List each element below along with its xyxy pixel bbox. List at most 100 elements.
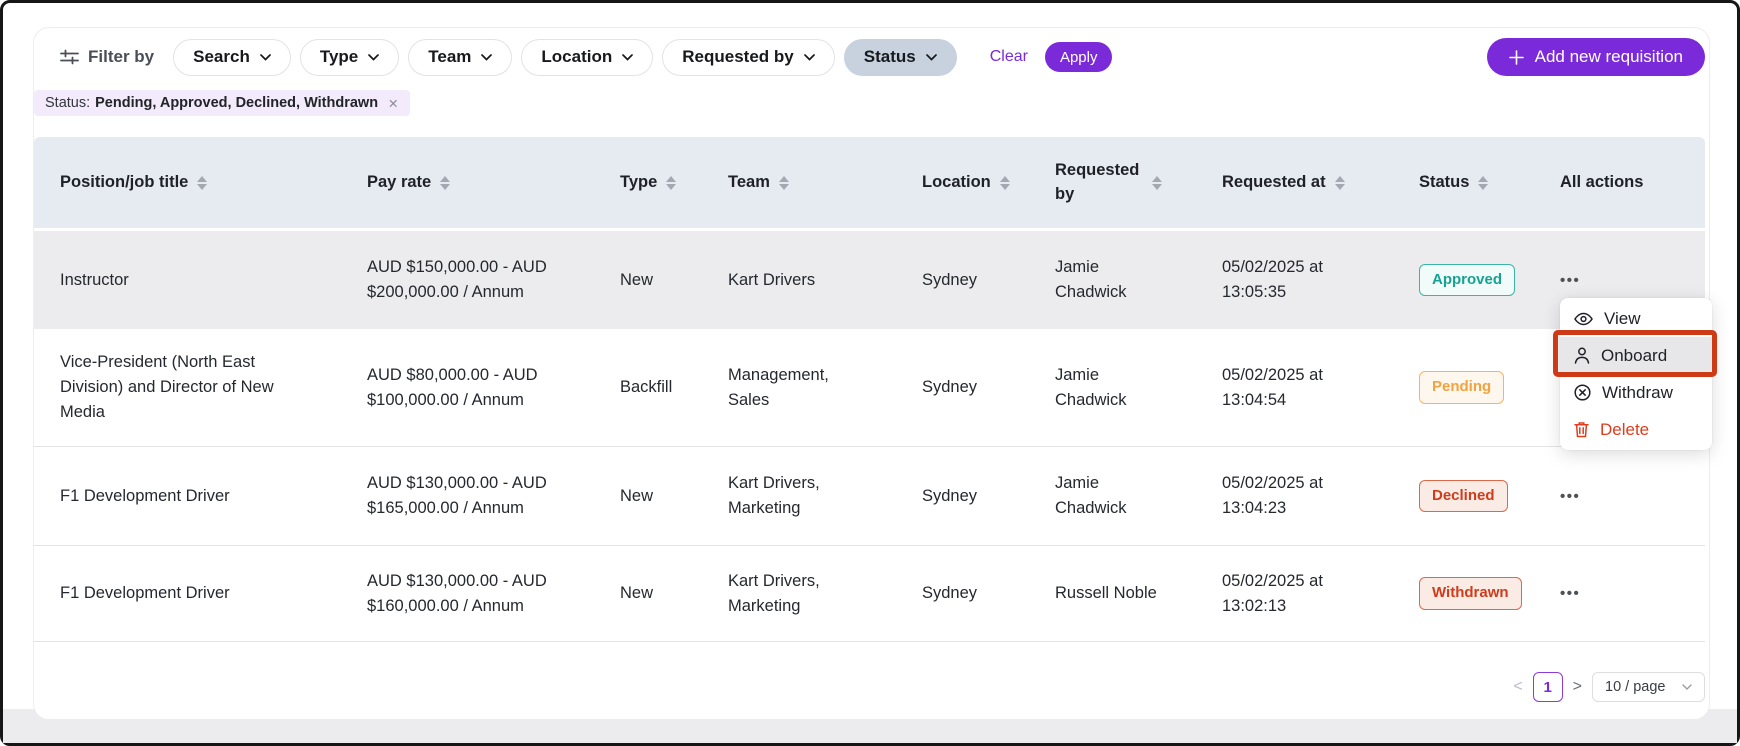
chevron-down-icon bbox=[1682, 684, 1692, 690]
row-actions-ellipsis-button[interactable]: ••• bbox=[1560, 270, 1580, 291]
team-cell: Kart Drivers, Marketing bbox=[728, 569, 868, 619]
chevron-down-icon bbox=[260, 54, 271, 61]
chevron-down-icon bbox=[622, 54, 633, 61]
chevron-down-icon bbox=[804, 54, 815, 61]
column-header-requested-by[interactable]: Requested by bbox=[1055, 159, 1222, 205]
table-header-row: Position/job title Pay rate Type Team Lo… bbox=[34, 137, 1705, 231]
team-cell: Management, Sales bbox=[728, 363, 868, 413]
requested-by-cell: Jamie Chadwick bbox=[1055, 363, 1173, 413]
menu-item-view[interactable]: View bbox=[1560, 300, 1712, 337]
page-size-select[interactable]: 10 / page bbox=[1592, 672, 1705, 702]
table-row[interactable]: Instructor AUD $150,000.00 - AUD $200,00… bbox=[34, 231, 1705, 329]
column-header-status[interactable]: Status bbox=[1419, 171, 1560, 194]
sort-icon[interactable] bbox=[197, 176, 207, 190]
page-size-value: 10 / page bbox=[1605, 679, 1665, 695]
chip-values: Pending, Approved, Declined, Withdrawn bbox=[95, 95, 378, 111]
chip-close-icon[interactable]: ✕ bbox=[388, 96, 398, 111]
sliders-icon bbox=[60, 49, 79, 65]
menu-item-label: Withdraw bbox=[1602, 383, 1673, 403]
pay-rate-cell: AUD $80,000.00 - AUD $100,000.00 / Annum bbox=[367, 363, 572, 413]
filter-bar: Filter by Search Type Team Location Requ… bbox=[60, 38, 1705, 76]
sort-icon[interactable] bbox=[1152, 176, 1162, 190]
location-cell: Sydney bbox=[922, 581, 977, 606]
menu-item-label: View bbox=[1604, 309, 1641, 329]
sort-icon[interactable] bbox=[1000, 176, 1010, 190]
chip-prefix: Status: bbox=[45, 95, 90, 111]
team-cell: Kart Drivers, Marketing bbox=[728, 471, 868, 521]
page-number-button[interactable]: 1 bbox=[1533, 672, 1563, 702]
position-cell: F1 Development Driver bbox=[60, 484, 230, 509]
filter-pill-status[interactable]: Status bbox=[844, 39, 957, 76]
team-cell: Kart Drivers bbox=[728, 268, 815, 293]
type-cell: Backfill bbox=[620, 375, 672, 400]
position-cell: Vice-President (North East Division) and… bbox=[60, 350, 305, 424]
add-new-requisition-button[interactable]: Add new requisition bbox=[1487, 38, 1705, 76]
requested-by-cell: Jamie Chadwick bbox=[1055, 471, 1173, 521]
column-header-all-actions: All actions bbox=[1560, 171, 1705, 194]
requested-at-cell: 05/02/2025 at 13:04:23 bbox=[1222, 471, 1350, 521]
menu-item-withdraw[interactable]: Withdraw bbox=[1560, 374, 1712, 411]
filter-by-label: Filter by bbox=[60, 47, 154, 67]
filter-pill-team[interactable]: Team bbox=[408, 39, 512, 76]
table-row[interactable]: F1 Development Driver AUD $130,000.00 - … bbox=[34, 447, 1705, 546]
filter-pill-requested-by[interactable]: Requested by bbox=[662, 39, 834, 76]
previous-page-button[interactable]: < bbox=[1513, 678, 1522, 696]
eye-icon bbox=[1574, 312, 1593, 326]
pay-rate-cell: AUD $150,000.00 - AUD $200,000.00 / Annu… bbox=[367, 255, 572, 305]
menu-item-delete[interactable]: Delete bbox=[1560, 411, 1712, 448]
column-header-team[interactable]: Team bbox=[728, 171, 922, 194]
requested-by-cell: Russell Noble bbox=[1055, 581, 1157, 606]
filter-pill-type[interactable]: Type bbox=[300, 39, 399, 76]
status-badge: Pending bbox=[1419, 371, 1504, 404]
filter-pill-search[interactable]: Search bbox=[173, 39, 291, 76]
position-cell: F1 Development Driver bbox=[60, 581, 230, 606]
table-row[interactable]: Vice-President (North East Division) and… bbox=[34, 329, 1705, 447]
pay-rate-cell: AUD $130,000.00 - AUD $165,000.00 / Annu… bbox=[367, 471, 572, 521]
menu-item-label: Onboard bbox=[1601, 346, 1667, 366]
column-header-type[interactable]: Type bbox=[620, 171, 728, 194]
chevron-down-icon bbox=[926, 54, 937, 61]
apply-filters-button[interactable]: Apply bbox=[1045, 42, 1113, 72]
x-circle-icon bbox=[1574, 384, 1591, 401]
row-actions-ellipsis-button[interactable]: ••• bbox=[1560, 486, 1580, 507]
location-cell: Sydney bbox=[922, 484, 977, 509]
pay-rate-cell: AUD $130,000.00 - AUD $160,000.00 / Annu… bbox=[367, 569, 572, 619]
row-actions-menu: View Onboard Withdraw D bbox=[1560, 298, 1712, 450]
menu-item-onboard[interactable]: Onboard bbox=[1560, 337, 1712, 374]
position-cell: Instructor bbox=[60, 268, 129, 293]
column-header-requested-at[interactable]: Requested at bbox=[1222, 171, 1419, 194]
column-header-pay-rate[interactable]: Pay rate bbox=[367, 171, 620, 194]
row-actions-ellipsis-button[interactable]: ••• bbox=[1560, 583, 1580, 604]
type-cell: New bbox=[620, 581, 653, 606]
requested-at-cell: 05/02/2025 at 13:02:13 bbox=[1222, 569, 1350, 619]
status-badge: Approved bbox=[1419, 264, 1515, 297]
trash-icon bbox=[1574, 421, 1589, 438]
requested-at-cell: 05/02/2025 at 13:05:35 bbox=[1222, 255, 1350, 305]
sort-icon[interactable] bbox=[440, 176, 450, 190]
chevron-down-icon bbox=[368, 54, 379, 61]
location-cell: Sydney bbox=[922, 268, 977, 293]
clear-filters-link[interactable]: Clear bbox=[990, 48, 1028, 66]
sort-icon[interactable] bbox=[1335, 176, 1345, 190]
requested-by-cell: Jamie Chadwick bbox=[1055, 255, 1173, 305]
pagination: < 1 > 10 / page bbox=[1513, 672, 1705, 702]
type-cell: New bbox=[620, 268, 653, 293]
status-badge: Withdrawn bbox=[1419, 577, 1522, 610]
location-cell: Sydney bbox=[922, 375, 977, 400]
status-badge: Declined bbox=[1419, 480, 1508, 513]
menu-item-label: Delete bbox=[1600, 420, 1649, 440]
requested-at-cell: 05/02/2025 at 13:04:54 bbox=[1222, 363, 1350, 413]
table-row[interactable]: F1 Development Driver AUD $130,000.00 - … bbox=[34, 546, 1705, 642]
column-header-location[interactable]: Location bbox=[922, 171, 1055, 194]
filter-pill-location[interactable]: Location bbox=[521, 39, 653, 76]
next-page-button[interactable]: > bbox=[1573, 678, 1582, 696]
requisitions-panel: Filter by Search Type Team Location Requ… bbox=[33, 27, 1710, 720]
sort-icon[interactable] bbox=[666, 176, 676, 190]
type-cell: New bbox=[620, 484, 653, 509]
sort-icon[interactable] bbox=[779, 176, 789, 190]
column-header-position[interactable]: Position/job title bbox=[60, 171, 367, 194]
active-filter-chip: Status: Pending, Approved, Declined, Wit… bbox=[34, 90, 410, 116]
sort-icon[interactable] bbox=[1478, 176, 1488, 190]
requisitions-table: Position/job title Pay rate Type Team Lo… bbox=[34, 137, 1705, 642]
person-icon bbox=[1574, 347, 1590, 364]
